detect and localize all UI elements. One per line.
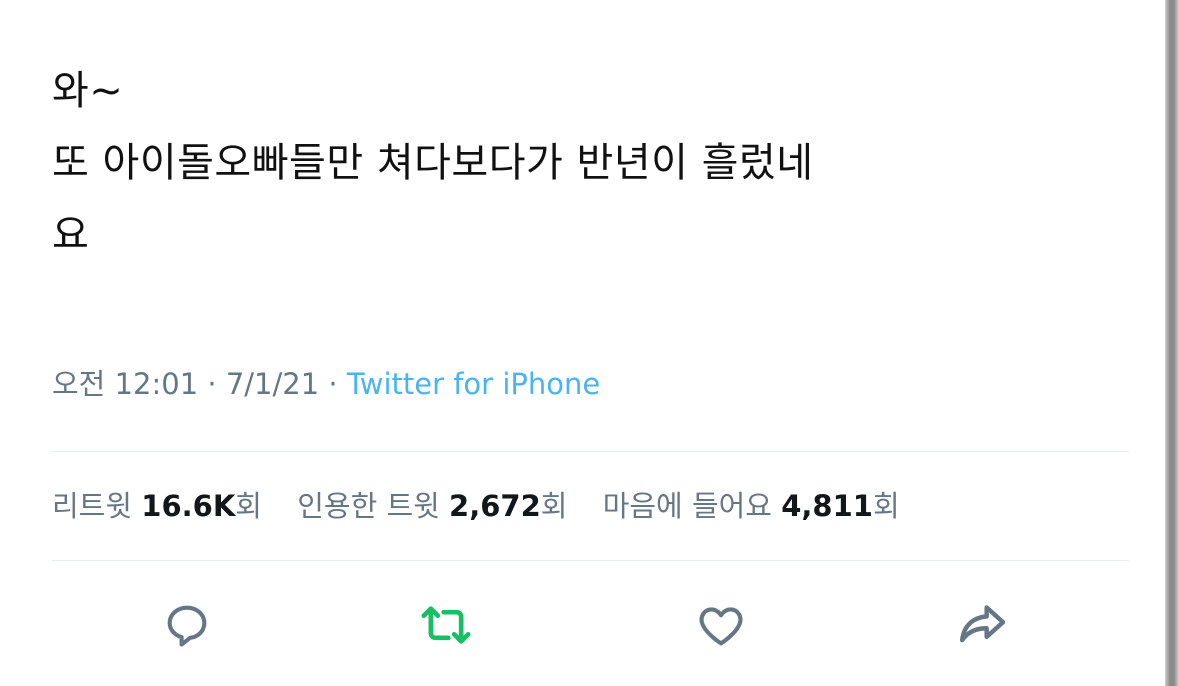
tweet-date[interactable]: 7/1/21 — [226, 367, 319, 401]
divider — [52, 451, 1129, 452]
quotes-label: 인용한 트윗 — [297, 489, 440, 523]
retweet-icon — [421, 606, 471, 644]
quotes-stat[interactable]: 인용한 트윗 2,672회 — [297, 489, 567, 523]
share-icon — [959, 605, 1006, 643]
tweet-meta: 오전 12:01 · 7/1/21 · Twitter for iPhone — [52, 364, 600, 404]
tweet-source-link[interactable]: Twitter for iPhone — [347, 367, 600, 401]
tweet-stats: 리트윗 16.6K회 인용한 트윗 2,672회 마음에 들어요 4,811회 — [52, 486, 926, 526]
share-button[interactable] — [952, 595, 1012, 655]
likes-stat[interactable]: 마음에 들어요 4,811회 — [603, 489, 900, 523]
tweet-actions — [0, 595, 1165, 659]
retweets-label: 리트윗 — [52, 489, 133, 523]
divider — [52, 560, 1129, 561]
window-edge — [1165, 0, 1179, 686]
reply-icon — [167, 605, 207, 647]
likes-unit: 회 — [872, 489, 900, 523]
likes-count: 4,811 — [781, 489, 873, 523]
quotes-unit: 회 — [540, 489, 568, 523]
like-button[interactable] — [691, 595, 751, 655]
tweet-time: 오전 12:01 — [52, 367, 199, 401]
heart-icon — [699, 607, 743, 646]
retweets-unit: 회 — [235, 489, 262, 523]
meta-separator: · — [319, 367, 347, 401]
tweet-text: 와~ 또 아이돌오빠들만 쳐다보다가 반년이 흘렀네 요 — [52, 68, 814, 258]
meta-separator: · — [198, 367, 226, 401]
reply-button[interactable] — [157, 595, 217, 655]
retweet-button[interactable] — [416, 595, 476, 655]
quotes-count: 2,672 — [449, 489, 541, 523]
retweets-stat[interactable]: 리트윗 16.6K회 — [52, 489, 262, 523]
retweets-count: 16.6K — [141, 489, 236, 523]
likes-label: 마음에 들어요 — [602, 489, 772, 523]
